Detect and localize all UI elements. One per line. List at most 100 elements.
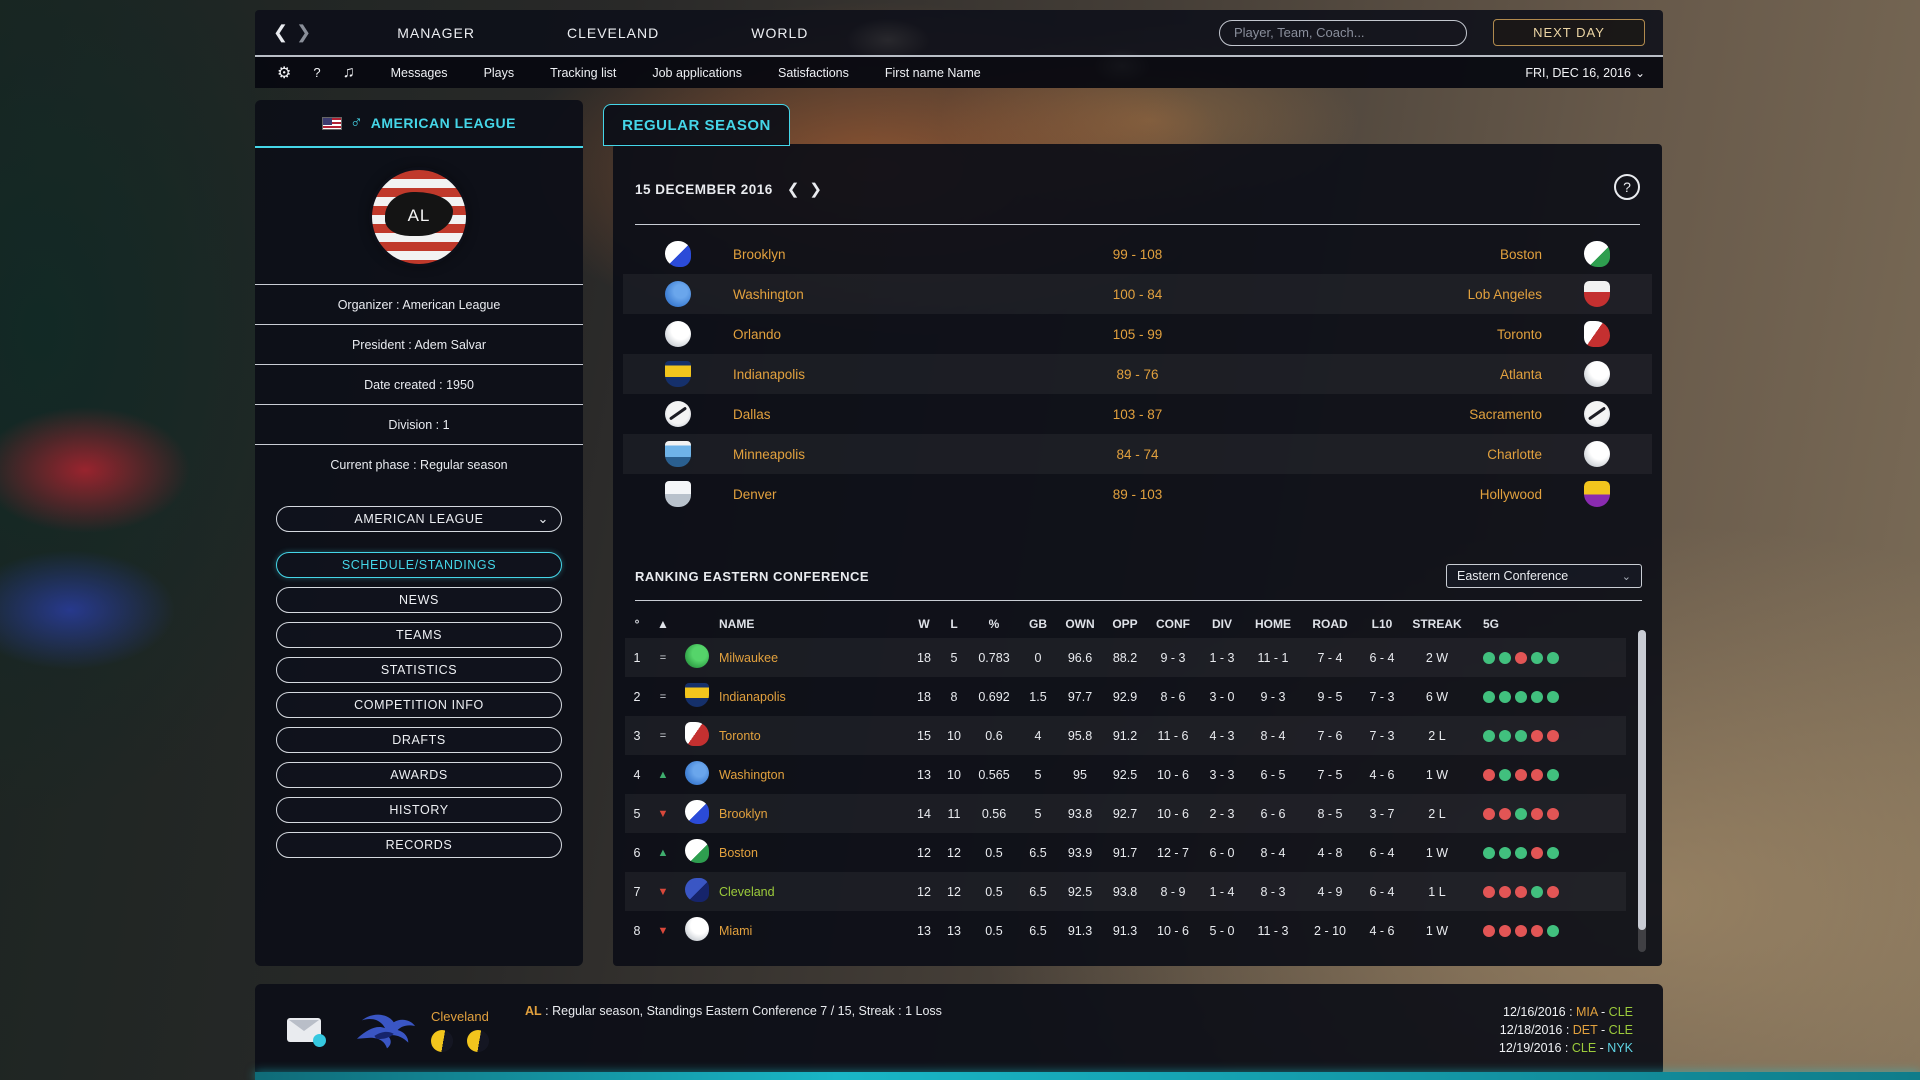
standings-row[interactable]: 4 ▲ Washington 13 10 0.565 5 95 92.5 10 … xyxy=(625,755,1626,794)
team-logo-icon xyxy=(685,917,709,941)
fixture-row[interactable]: 12/18/2016 : DET - CLE xyxy=(1499,1023,1633,1037)
away-team-name: Sacramento xyxy=(1223,407,1543,422)
sidebar-item-teams[interactable]: TEAMS xyxy=(276,622,562,648)
rank: 8 xyxy=(625,924,649,938)
home-team-name: Denver xyxy=(733,487,1053,502)
stat-home: 8 - 4 xyxy=(1245,729,1301,743)
game-score: 89 - 103 xyxy=(1053,487,1223,502)
upcoming-fixtures: 12/16/2016 : MIA - CLE 12/18/2016 : DET … xyxy=(1499,1005,1633,1055)
tab-world[interactable]: WORLD xyxy=(751,25,808,41)
stat-gb: 6.5 xyxy=(1019,924,1057,938)
notification-badge xyxy=(313,1034,326,1047)
last5-dots xyxy=(1469,886,1626,898)
conference-dropdown[interactable]: Eastern Conference ⌄ xyxy=(1446,564,1642,588)
away-team-logo-icon xyxy=(1584,241,1610,267)
fixture-row[interactable]: 12/19/2016 : CLE - NYK xyxy=(1499,1041,1633,1055)
menu-item-plays[interactable]: Plays xyxy=(484,66,515,80)
tab-regular-season[interactable]: REGULAR SEASON xyxy=(603,104,790,146)
rank: 3 xyxy=(625,729,649,743)
messages-envelope-icon[interactable] xyxy=(287,1018,321,1042)
game-row[interactable]: Indianapolis 89 - 76 Atlanta xyxy=(623,354,1652,394)
bottom-bar: Cleveland AL : Regular season, Standings… xyxy=(255,984,1663,1076)
game-score: 84 - 74 xyxy=(1053,447,1223,462)
standings-row[interactable]: 6 ▲ Boston 12 12 0.5 6.5 93.9 91.7 12 - … xyxy=(625,833,1626,872)
ball-badge-icon[interactable] xyxy=(467,1030,489,1052)
team-name: Indianapolis xyxy=(717,690,909,704)
home-team-name: Brooklyn xyxy=(733,247,1053,262)
game-row[interactable]: Orlando 105 - 99 Toronto xyxy=(623,314,1652,354)
stat-road: 9 - 5 xyxy=(1301,690,1359,704)
fixture-date: 12/16/2016 xyxy=(1503,1005,1566,1019)
menu-item-job-applications[interactable]: Job applications xyxy=(652,66,742,80)
main-panel: 15 DECEMBER 2016 ❮❯ ? Brooklyn 99 - 108 … xyxy=(613,144,1662,966)
game-row[interactable]: Dallas 103 - 87 Sacramento xyxy=(623,394,1652,434)
stat-opp: 92.7 xyxy=(1103,807,1147,821)
sidebar-item-schedule-standings[interactable]: SCHEDULE/STANDINGS xyxy=(276,552,562,578)
next-day-icon[interactable]: ❯ xyxy=(809,181,832,198)
settings-gear-icon[interactable]: ⚙ xyxy=(277,63,291,83)
sidebar-item-awards[interactable]: AWARDS xyxy=(276,762,562,788)
menu-item-messages[interactable]: Messages xyxy=(391,66,448,80)
standings-row[interactable]: 8 ▼ Miami 13 13 0.5 6.5 91.3 91.3 10 - 6… xyxy=(625,911,1626,950)
chevron-down-icon: ⌄ xyxy=(1635,66,1645,80)
standings-row[interactable]: 3 = Toronto 15 10 0.6 4 95.8 91.2 11 - 6… xyxy=(625,716,1626,755)
tab-cleveland[interactable]: CLEVELAND xyxy=(567,25,659,41)
team-name: Cleveland xyxy=(717,885,909,899)
stat-own: 95.8 xyxy=(1057,729,1103,743)
standings-scrollbar[interactable] xyxy=(1638,630,1646,952)
stat-pct: 0.5 xyxy=(969,885,1019,899)
trend-icon: = xyxy=(649,730,677,742)
last5-dots xyxy=(1469,847,1626,859)
game-row[interactable]: Brooklyn 99 - 108 Boston xyxy=(623,234,1652,274)
cleveland-team-logo-icon[interactable] xyxy=(355,1009,417,1051)
league-logo-text: AL xyxy=(372,206,466,226)
stat-pct: 0.783 xyxy=(969,651,1019,665)
sidebar-item-competition-info[interactable]: COMPETITION INFO xyxy=(276,692,562,718)
standings-row[interactable]: 2 = Indianapolis 18 8 0.692 1.5 97.7 92.… xyxy=(625,677,1626,716)
help-circle-icon[interactable]: ? xyxy=(1614,174,1640,200)
away-team-logo-icon xyxy=(1584,361,1610,387)
team-name: Milwaukee xyxy=(717,651,909,665)
help-icon[interactable]: ? xyxy=(313,65,320,80)
stat-own: 96.6 xyxy=(1057,651,1103,665)
fixture-away: NYK xyxy=(1607,1041,1633,1055)
standings-row[interactable]: 7 ▼ Cleveland 12 12 0.5 6.5 92.5 93.8 8 … xyxy=(625,872,1626,911)
tab-manager[interactable]: MANAGER xyxy=(397,25,475,41)
menu-item-tracking-list[interactable]: Tracking list xyxy=(550,66,616,80)
forward-icon[interactable]: ❯ xyxy=(296,22,319,42)
away-team-name: Boston xyxy=(1223,247,1543,262)
sidebar-item-history[interactable]: HISTORY xyxy=(276,797,562,823)
ball-badge-icon[interactable] xyxy=(431,1030,453,1052)
game-row[interactable]: Washington 100 - 84 Lob Angeles xyxy=(623,274,1652,314)
sidebar-item-statistics[interactable]: STATISTICS xyxy=(276,657,562,683)
sidebar-item-news[interactable]: NEWS xyxy=(276,587,562,613)
stat-div: 2 - 3 xyxy=(1199,807,1245,821)
standings-row[interactable]: 5 ▼ Brooklyn 14 11 0.56 5 93.8 92.7 10 -… xyxy=(625,794,1626,833)
menu-item-coach-name[interactable]: First name Name xyxy=(885,66,981,80)
fixture-away: CLE xyxy=(1609,1005,1633,1019)
col-l10: L10 xyxy=(1359,617,1405,631)
back-icon[interactable]: ❮ xyxy=(273,22,296,42)
sidebar-item-drafts[interactable]: DRAFTS xyxy=(276,727,562,753)
menu-item-satisfactions[interactable]: Satisfactions xyxy=(778,66,849,80)
prev-day-icon[interactable]: ❮ xyxy=(787,181,810,198)
standings-row[interactable]: 1 = Milwaukee 18 5 0.783 0 96.6 88.2 9 -… xyxy=(625,638,1626,677)
team-name: Toronto xyxy=(717,729,909,743)
sidebar-header: ♂ AMERICAN LEAGUE xyxy=(255,100,583,148)
away-team-logo-icon xyxy=(1584,321,1610,347)
fixture-row[interactable]: 12/16/2016 : MIA - CLE xyxy=(1499,1005,1633,1019)
home-team-logo-icon xyxy=(665,481,691,507)
sidebar-item-records[interactable]: RECORDS xyxy=(276,832,562,858)
scrollbar-thumb[interactable] xyxy=(1638,630,1646,930)
game-row[interactable]: Denver 89 - 103 Hollywood xyxy=(623,474,1652,514)
away-team-name: Toronto xyxy=(1223,327,1543,342)
stat-w: 14 xyxy=(909,807,939,821)
current-date[interactable]: FRI, DEC 16, 2016⌄ xyxy=(1525,66,1645,80)
music-icon[interactable]: ♫ xyxy=(343,64,355,82)
search-input[interactable] xyxy=(1219,20,1467,46)
game-row[interactable]: Minneapolis 84 - 74 Charlotte xyxy=(623,434,1652,474)
league-select-dropdown[interactable]: AMERICAN LEAGUE ⌄ xyxy=(276,506,562,532)
col-road: ROAD xyxy=(1301,617,1359,631)
stat-l: 12 xyxy=(939,885,969,899)
next-day-button[interactable]: NEXT DAY xyxy=(1493,19,1645,46)
